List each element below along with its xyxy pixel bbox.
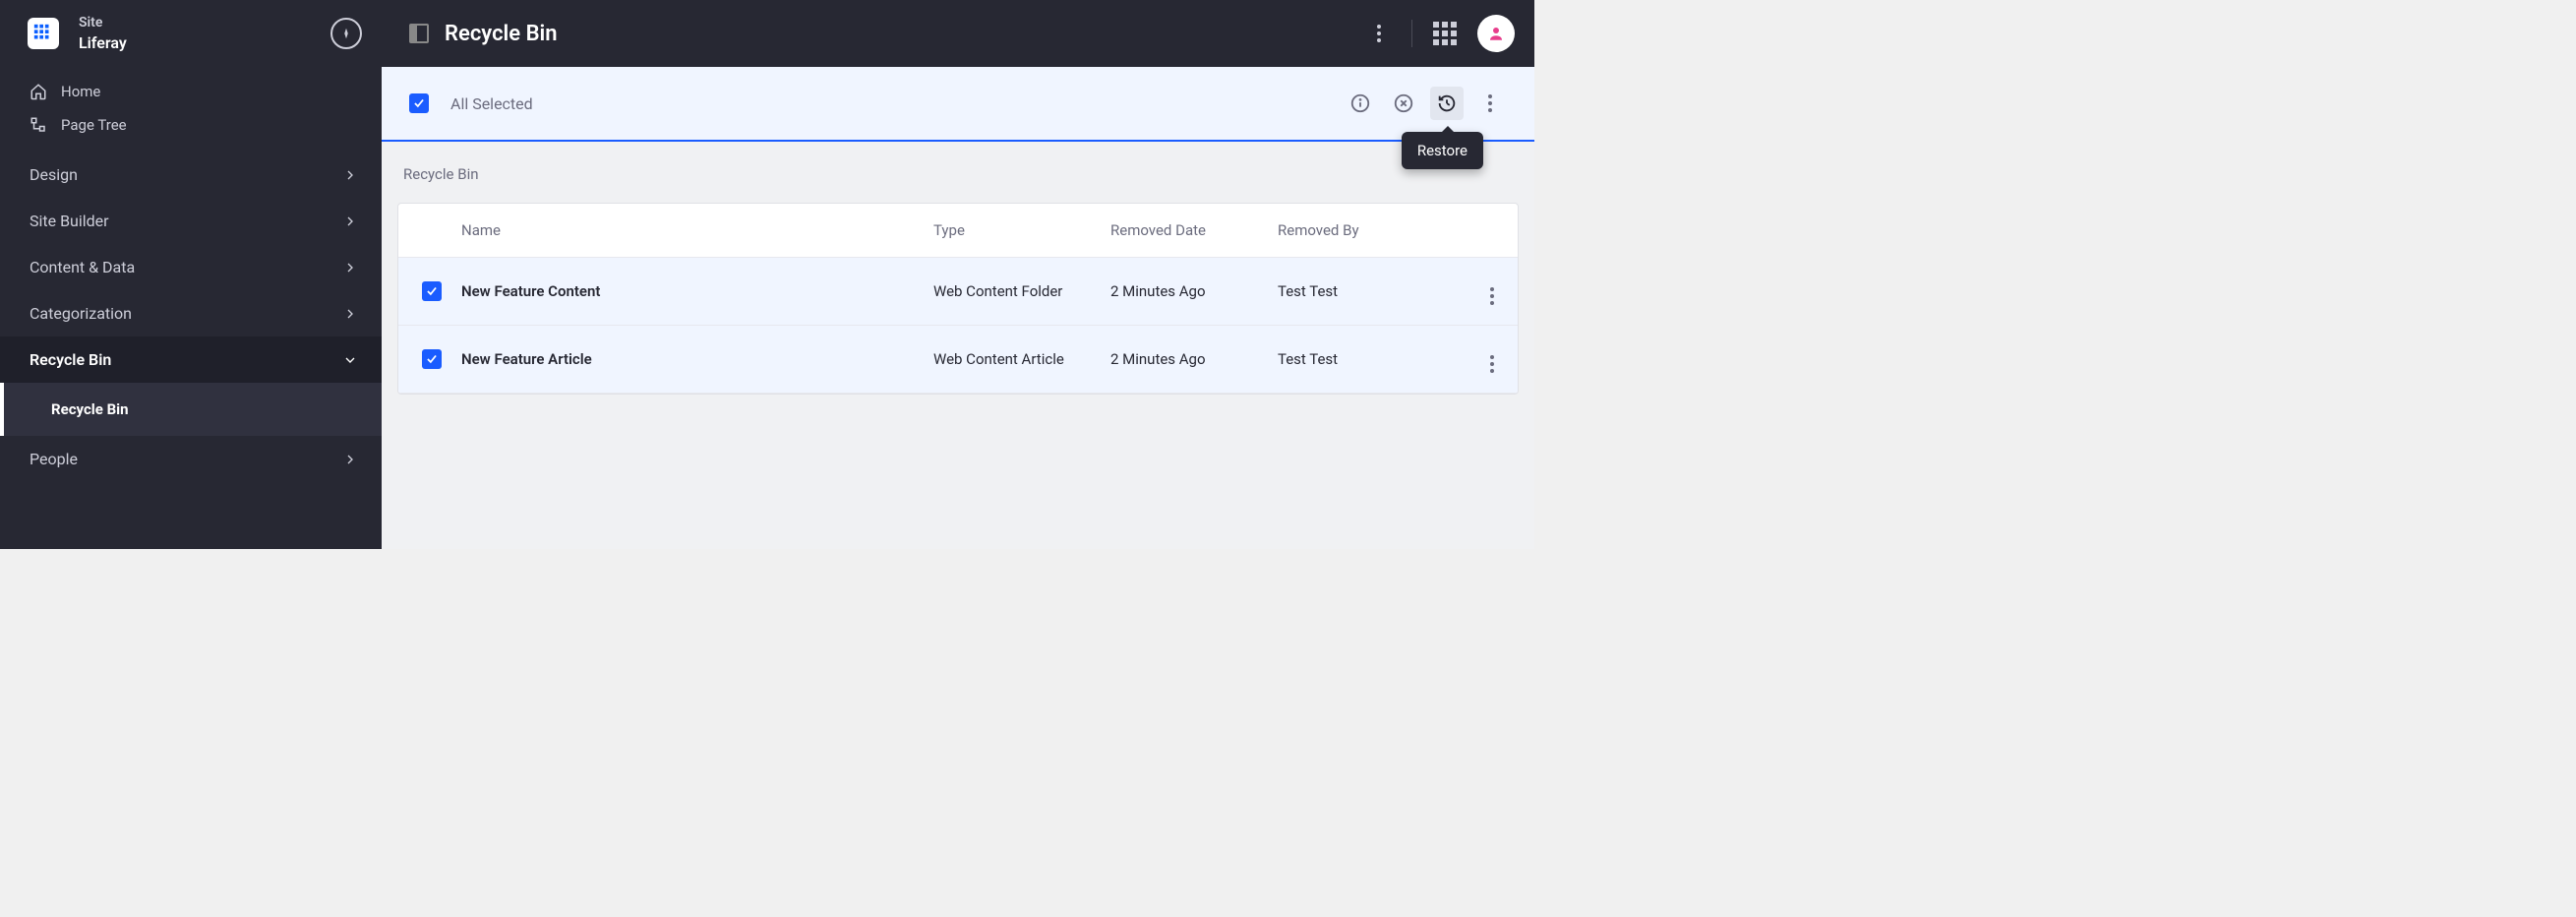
chevron-right-icon <box>342 214 358 229</box>
cell-removed-by: Test Test <box>1278 350 1455 368</box>
check-icon <box>412 96 426 110</box>
compass-icon <box>339 27 353 40</box>
sidebar-item-page-tree[interactable]: Page Tree <box>0 108 382 142</box>
kebab-icon <box>1488 94 1492 112</box>
site-label: Site <box>79 14 330 32</box>
info-icon <box>1349 92 1371 114</box>
sidebar-cat-categorization[interactable]: Categorization <box>0 290 382 336</box>
sidebar-item-label: Design <box>30 165 78 184</box>
info-button[interactable] <box>1344 87 1377 120</box>
chevron-right-icon <box>342 306 358 322</box>
topbar-more-button[interactable] <box>1364 19 1394 48</box>
cell-removed-by: Test Test <box>1278 282 1455 300</box>
chevron-right-icon <box>342 167 358 183</box>
apps-grid-icon <box>1433 22 1457 45</box>
row-checkbox[interactable] <box>422 281 442 301</box>
chevron-down-icon <box>342 352 358 368</box>
table-row[interactable]: New Feature Article Web Content Article … <box>398 326 1518 394</box>
restore-tooltip: Restore <box>1402 132 1483 169</box>
selection-actions: Restore <box>1344 87 1507 120</box>
sidebar-sub-recycle-bin[interactable]: Recycle Bin <box>0 383 382 436</box>
select-all-checkbox[interactable] <box>409 93 429 113</box>
sidebar-cat-design[interactable]: Design <box>0 152 382 198</box>
sidebar-item-label: Recycle Bin <box>51 400 129 418</box>
cell-type: Web Content Folder <box>933 282 1110 300</box>
topbar-actions <box>1364 15 1515 52</box>
row-actions-button[interactable] <box>1455 277 1494 305</box>
cell-removed-date: 2 Minutes Ago <box>1110 350 1278 368</box>
sidebar-item-label: Recycle Bin <box>30 350 111 369</box>
row-actions-button[interactable] <box>1455 345 1494 373</box>
home-icon <box>30 83 47 100</box>
col-name[interactable]: Name <box>461 221 933 239</box>
sidebar-item-label: Categorization <box>30 304 132 323</box>
site-info: Site Liferay <box>79 14 330 53</box>
cell-name: New Feature Content <box>461 282 933 300</box>
page-title: Recycle Bin <box>445 22 1348 46</box>
divider <box>1411 20 1412 47</box>
table-header: Name Type Removed Date Removed By <box>398 204 1518 258</box>
close-circle-icon <box>1393 92 1414 114</box>
cell-type: Web Content Article <box>933 350 1110 368</box>
user-icon <box>1487 25 1505 42</box>
cell-name: New Feature Article <box>461 350 933 368</box>
chevron-right-icon <box>342 260 358 275</box>
row-checkbox[interactable] <box>422 349 442 369</box>
sidebar: Site Liferay Home Page Tree Design Site … <box>0 0 382 549</box>
restore-icon <box>1436 92 1458 114</box>
sidebar-cat-content-data[interactable]: Content & Data <box>0 244 382 290</box>
check-icon <box>425 352 439 366</box>
sidebar-header: Site Liferay <box>0 0 382 67</box>
sidebar-cat-site-builder[interactable]: Site Builder <box>0 198 382 244</box>
col-removed-by[interactable]: Removed By <box>1278 221 1455 239</box>
sidebar-item-label: Page Tree <box>61 116 127 134</box>
sidebar-item-label: Home <box>61 83 100 100</box>
sidebar-cat-people[interactable]: People <box>0 436 382 482</box>
col-removed-date[interactable]: Removed Date <box>1110 221 1278 239</box>
compass-button[interactable] <box>330 18 362 49</box>
chevron-right-icon <box>342 452 358 467</box>
sidebar-item-label: Site Builder <box>30 212 109 230</box>
selection-label: All Selected <box>450 94 1322 113</box>
content: Recycle Bin Name Type Removed Date Remov… <box>382 142 1534 418</box>
kebab-icon <box>1490 287 1494 305</box>
page-tree-icon <box>30 116 47 134</box>
col-type[interactable]: Type <box>933 221 1110 239</box>
nav-main: Design Site Builder Content & Data Categ… <box>0 152 382 549</box>
sidebar-item-home[interactable]: Home <box>0 75 382 108</box>
selection-more-button[interactable] <box>1473 87 1507 120</box>
sidebar-cat-recycle-bin[interactable]: Recycle Bin <box>0 336 382 383</box>
kebab-icon <box>1490 355 1494 373</box>
breadcrumb: Recycle Bin <box>397 165 1519 203</box>
user-avatar[interactable] <box>1477 15 1515 52</box>
selection-bar: All Selected Restore <box>382 67 1534 142</box>
sidebar-item-label: Content & Data <box>30 258 135 276</box>
items-table: Name Type Removed Date Removed By New Fe… <box>397 203 1519 395</box>
apps-button[interactable] <box>1430 19 1460 48</box>
liferay-logo-icon <box>32 23 54 44</box>
cell-removed-date: 2 Minutes Ago <box>1110 282 1278 300</box>
table-row[interactable]: New Feature Content Web Content Folder 2… <box>398 258 1518 326</box>
topbar: Recycle Bin <box>382 0 1534 67</box>
restore-button[interactable] <box>1430 87 1464 120</box>
panel-toggle-icon[interactable] <box>409 24 429 43</box>
delete-button[interactable] <box>1387 87 1420 120</box>
nav-quick-links: Home Page Tree <box>0 67 382 152</box>
main-area: Recycle Bin All Selected <box>382 0 1534 549</box>
sidebar-item-label: People <box>30 450 78 468</box>
site-logo[interactable] <box>28 18 59 49</box>
site-name: Liferay <box>79 32 330 54</box>
kebab-icon <box>1377 25 1381 42</box>
check-icon <box>425 284 439 298</box>
